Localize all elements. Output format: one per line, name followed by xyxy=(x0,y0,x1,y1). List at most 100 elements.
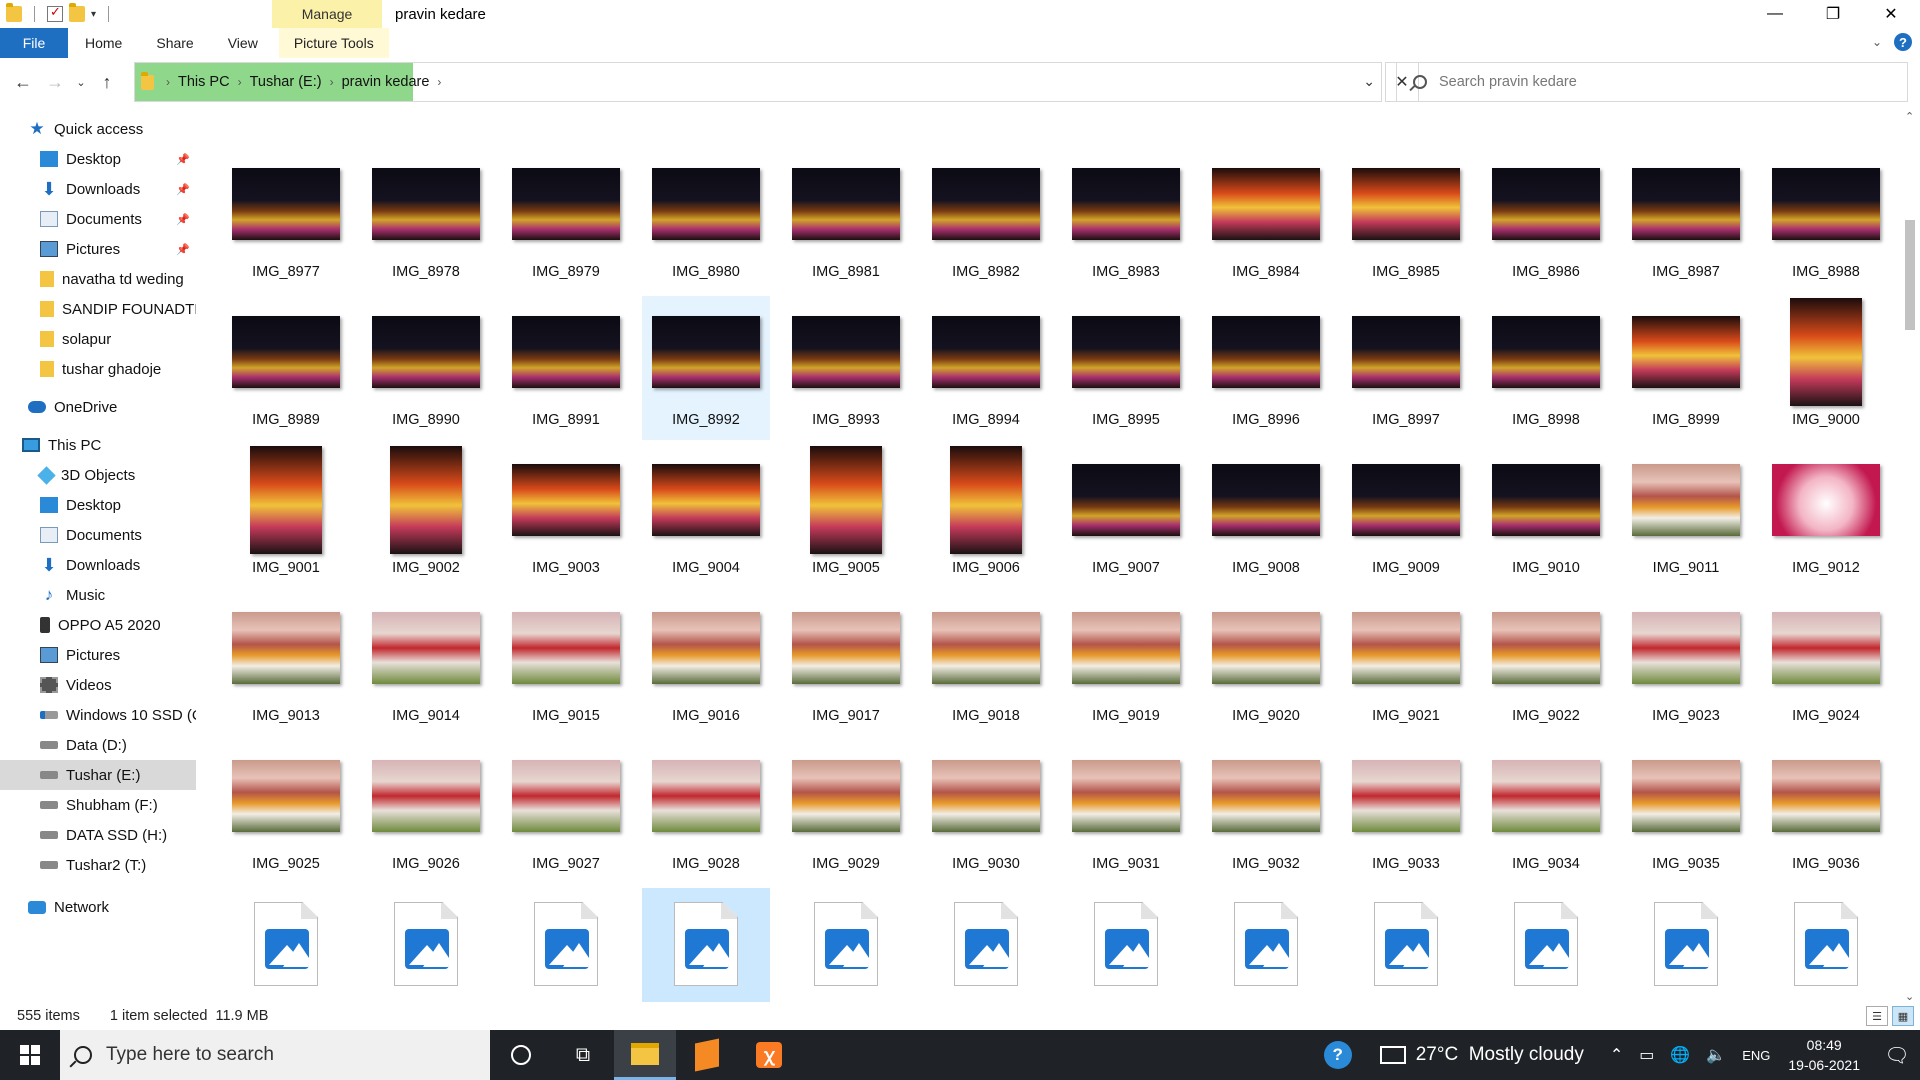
file-item[interactable]: IMG_9023 xyxy=(1622,592,1750,736)
sidebar-item[interactable]: Documents 📌 xyxy=(0,204,196,234)
properties-icon[interactable] xyxy=(47,4,63,22)
breadcrumb-separator[interactable]: › xyxy=(437,75,441,89)
get-help-icon[interactable]: ? xyxy=(1323,1041,1352,1069)
back-button[interactable]: ← xyxy=(10,72,36,93)
input-language[interactable]: ENG xyxy=(1742,1048,1770,1063)
file-item[interactable]: IMG_9013 xyxy=(222,592,350,736)
file-item[interactable]: IMG_9036 xyxy=(1762,740,1890,884)
file-item[interactable]: IMG_9034 xyxy=(1482,740,1610,884)
expand-ribbon-icon[interactable]: ⌄ xyxy=(1872,35,1882,49)
file-item[interactable]: IMG_9020 xyxy=(1202,592,1330,736)
file-item[interactable]: IMG_9002 xyxy=(362,444,490,588)
new-folder-icon[interactable] xyxy=(69,3,85,22)
scroll-up-icon[interactable]: ⌃ xyxy=(1905,110,1914,123)
large-icons-view-icon[interactable]: ▦ xyxy=(1892,1006,1914,1026)
file-item[interactable]: IMG_9008 xyxy=(1202,444,1330,588)
scrollbar-thumb[interactable] xyxy=(1905,220,1915,330)
task-view-button[interactable]: ⧉ xyxy=(552,1030,614,1080)
search-box[interactable]: Search pravin kedare xyxy=(1396,62,1908,102)
battery-icon[interactable]: ▭ xyxy=(1639,1045,1654,1065)
taskbar-search-input[interactable]: Type here to search xyxy=(106,1044,274,1066)
file-explorer-taskbar-button[interactable] xyxy=(614,1030,676,1080)
file-item[interactable]: IMG_8987 xyxy=(1622,148,1750,292)
sidebar-item[interactable]: Tushar (E:) xyxy=(0,760,196,790)
file-item[interactable]: IMG_9035 xyxy=(1622,740,1750,884)
file-item[interactable]: IMG_8997 xyxy=(1342,296,1470,440)
file-item[interactable]: IMG_9025 xyxy=(222,740,350,884)
file-item[interactable]: IMG_8983 xyxy=(1062,148,1190,292)
tab-file[interactable]: File xyxy=(0,28,68,58)
file-item[interactable]: IMG_9032 xyxy=(1202,740,1330,884)
minimize-button[interactable]: — xyxy=(1746,0,1804,28)
sidebar-item[interactable]: Network xyxy=(0,892,196,922)
breadcrumb-separator[interactable]: › xyxy=(166,75,170,89)
file-item[interactable]: IMG_9021 xyxy=(1342,592,1470,736)
breadcrumb-separator[interactable]: › xyxy=(238,75,242,89)
file-item[interactable]: IMG_9048 xyxy=(1762,888,1890,1012)
file-item[interactable]: IMG_8978 xyxy=(362,148,490,292)
file-item[interactable]: IMG_9024 xyxy=(1762,592,1890,736)
file-item[interactable]: IMG_9014 xyxy=(362,592,490,736)
file-item[interactable]: IMG_8986 xyxy=(1482,148,1610,292)
file-item[interactable]: IMG_9006 xyxy=(922,444,1050,588)
sidebar-item[interactable]: navatha td weding xyxy=(0,264,196,294)
sublime-text-taskbar-button[interactable] xyxy=(676,1030,738,1080)
sidebar-item[interactable]: ♪ Music xyxy=(0,580,196,610)
manage-tab[interactable]: Manage xyxy=(272,0,382,28)
sidebar-item[interactable]: Desktop 📌 xyxy=(0,144,196,174)
close-button[interactable]: ✕ xyxy=(1862,0,1920,28)
file-item[interactable]: IMG_9016 xyxy=(642,592,770,736)
tab-view[interactable]: View xyxy=(211,28,275,58)
file-item[interactable]: IMG_9000 xyxy=(1762,296,1890,440)
file-item[interactable]: IMG_8982 xyxy=(922,148,1050,292)
sidebar-item[interactable]: SANDIP FOUNADTI( xyxy=(0,294,196,324)
file-item[interactable]: IMG_9001 xyxy=(222,444,350,588)
sidebar-item[interactable]: 3D Objects xyxy=(0,460,196,490)
file-item[interactable]: IMG_9037 xyxy=(222,888,350,1012)
file-item[interactable]: IMG_9019 xyxy=(1062,592,1190,736)
breadcrumb-drive[interactable]: Tushar (E:) xyxy=(250,74,322,90)
sidebar-item[interactable]: solapur xyxy=(0,324,196,354)
sidebar-item[interactable]: Pictures xyxy=(0,640,196,670)
file-item[interactable]: IMG_9007 xyxy=(1062,444,1190,588)
file-item[interactable]: IMG_8994 xyxy=(922,296,1050,440)
file-item[interactable]: IMG_9015 xyxy=(502,592,630,736)
cortana-button[interactable] xyxy=(490,1030,552,1080)
sidebar-item[interactable]: Windows 10 SSD (C xyxy=(0,700,196,730)
breadcrumb-separator[interactable]: › xyxy=(330,75,334,89)
file-item[interactable]: IMG_9029 xyxy=(782,740,910,884)
file-item[interactable]: IMG_8999 xyxy=(1622,296,1750,440)
file-item[interactable]: IMG_8980 xyxy=(642,148,770,292)
file-item[interactable]: IMG_9012 xyxy=(1762,444,1890,588)
file-item[interactable]: IMG_9028 xyxy=(642,740,770,884)
sidebar-item[interactable]: ⬇ Downloads 📌 xyxy=(0,174,196,204)
recent-locations-button[interactable]: ⌄ xyxy=(68,76,94,89)
vertical-scrollbar[interactable]: ⌃ ⌄ xyxy=(1900,104,1920,1012)
breadcrumb-this-pc[interactable]: This PC xyxy=(178,74,230,90)
maximize-button[interactable]: ❐ xyxy=(1804,0,1862,28)
file-item[interactable]: IMG_9022 xyxy=(1482,592,1610,736)
file-item[interactable]: IMG_9046 xyxy=(1482,888,1610,1012)
file-item[interactable]: IMG_8989 xyxy=(222,296,350,440)
file-item[interactable]: IMG_8995 xyxy=(1062,296,1190,440)
weather-widget[interactable]: 27°C Mostly cloudy xyxy=(1379,1044,1584,1066)
file-item[interactable]: IMG_8977 xyxy=(222,148,350,292)
file-item[interactable]: IMG_9040 xyxy=(642,888,770,1012)
file-item[interactable]: IMG_9018 xyxy=(922,592,1050,736)
breadcrumb-folder[interactable]: pravin kedare xyxy=(342,74,430,90)
file-item[interactable]: IMG_9010 xyxy=(1482,444,1610,588)
clock[interactable]: 08:49 19-06-2021 xyxy=(1788,1035,1860,1075)
file-item[interactable]: IMG_8979 xyxy=(502,148,630,292)
file-item[interactable]: IMG_9045 xyxy=(1342,888,1470,1012)
file-item[interactable]: IMG_8988 xyxy=(1762,148,1890,292)
file-item[interactable]: IMG_8991 xyxy=(502,296,630,440)
file-item[interactable]: IMG_9047 xyxy=(1622,888,1750,1012)
help-icon[interactable]: ? xyxy=(1894,33,1912,51)
file-item[interactable]: IMG_9004 xyxy=(642,444,770,588)
file-item[interactable]: IMG_9042 xyxy=(922,888,1050,1012)
file-item[interactable]: IMG_9038 xyxy=(362,888,490,1012)
file-item[interactable]: IMG_8981 xyxy=(782,148,910,292)
file-item[interactable]: IMG_8998 xyxy=(1482,296,1610,440)
file-item[interactable]: IMG_9026 xyxy=(362,740,490,884)
file-item[interactable]: IMG_8990 xyxy=(362,296,490,440)
